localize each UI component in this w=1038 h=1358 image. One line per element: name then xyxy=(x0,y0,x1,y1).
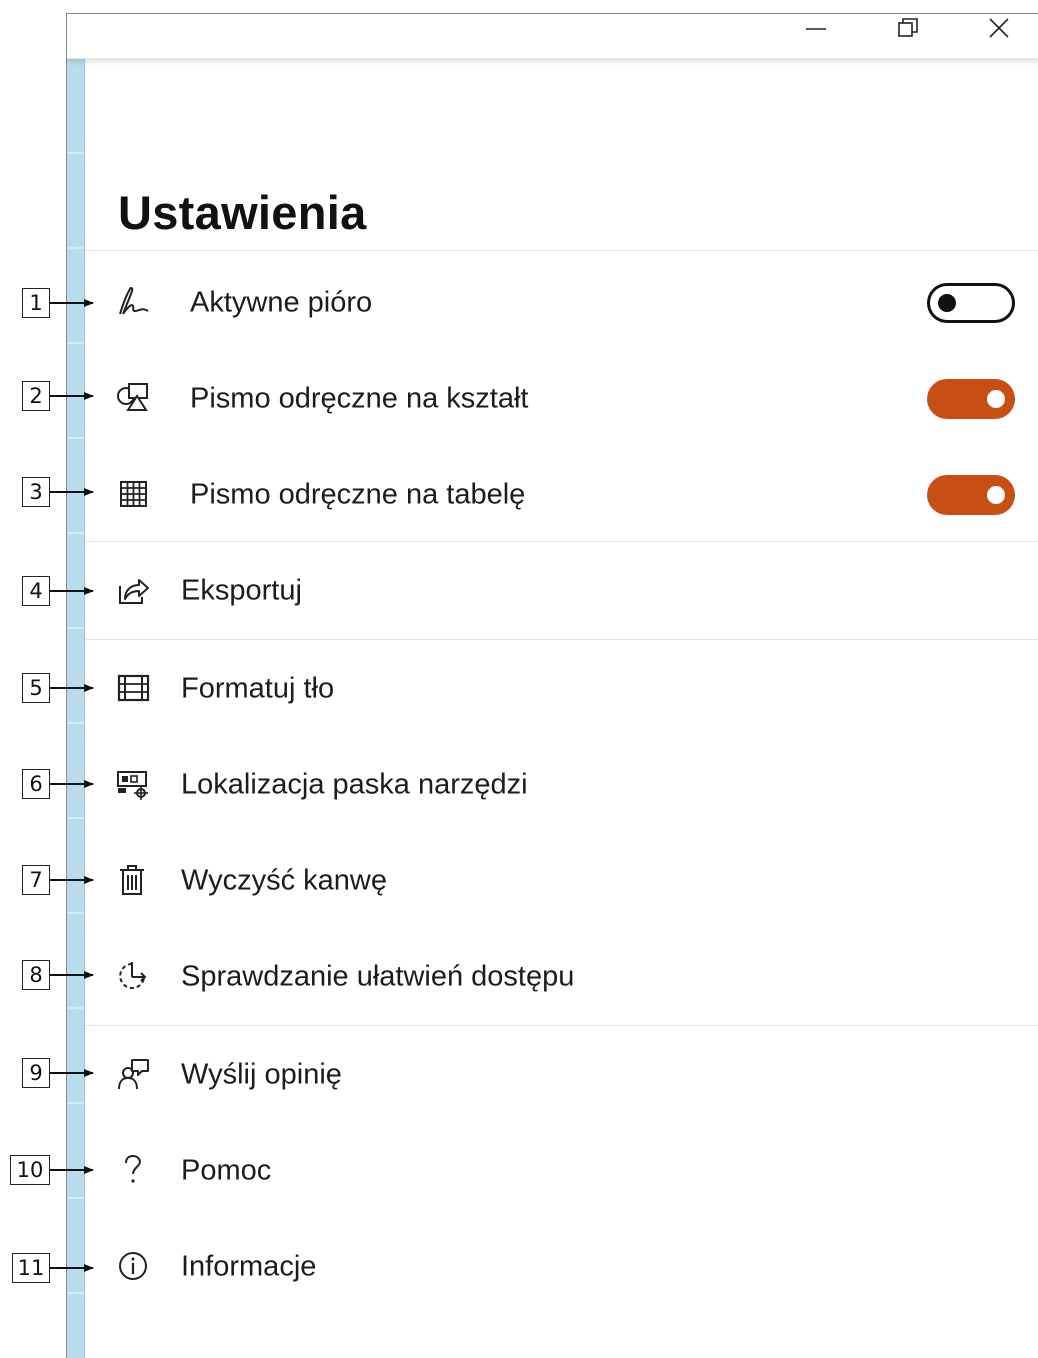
callout-8: 8 xyxy=(22,960,50,990)
menu-item-about[interactable]: Informacje xyxy=(85,1220,1038,1314)
divider xyxy=(85,1025,1038,1026)
setting-label: Pismo odręczne na tabelę xyxy=(190,478,526,511)
table-icon xyxy=(115,476,151,512)
toggle-knob xyxy=(987,390,1005,408)
callout-3: 3 xyxy=(22,477,50,507)
setting-label: Aktywne pióro xyxy=(190,286,373,319)
ink-to-table-toggle[interactable] xyxy=(927,475,1015,515)
accessibility-check-icon xyxy=(115,958,151,994)
ink-to-shape-toggle[interactable] xyxy=(927,379,1015,419)
setting-ink-to-shape[interactable]: Pismo odręczne na kształt xyxy=(85,352,1038,446)
background-format-icon xyxy=(115,670,151,706)
help-icon xyxy=(115,1152,151,1188)
callout-4: 4 xyxy=(22,576,50,606)
callout-6: 6 xyxy=(22,769,50,799)
share-icon xyxy=(115,572,151,608)
close-icon xyxy=(989,18,1009,38)
menu-label: Informacje xyxy=(181,1250,317,1283)
callout-1: 1 xyxy=(22,288,50,318)
restore-icon xyxy=(898,18,918,37)
setting-active-pen[interactable]: Aktywne pióro xyxy=(85,256,1038,350)
toggle-knob xyxy=(938,294,956,312)
menu-item-clear-canvas[interactable]: Wyczyść kanwę xyxy=(85,834,1038,928)
page-title: Ustawienia xyxy=(118,186,367,239)
info-icon xyxy=(115,1248,151,1284)
divider xyxy=(85,541,1038,542)
settings-panel: Ustawienia Aktywne pióro Pismo odręczne … xyxy=(85,59,1038,1358)
toolbar-location-icon xyxy=(115,766,151,802)
toggle-knob xyxy=(987,486,1005,504)
menu-label: Sprawdzanie ułatwień dostępu xyxy=(181,960,575,993)
divider xyxy=(85,639,1038,640)
callout-7: 7 xyxy=(22,865,50,895)
callout-11: 11 xyxy=(12,1253,50,1283)
trash-icon xyxy=(115,862,151,898)
app-window: Ustawienia Aktywne pióro Pismo odręczne … xyxy=(66,13,1038,1358)
shape-icon xyxy=(115,380,151,416)
menu-item-accessibility-check[interactable]: Sprawdzanie ułatwień dostępu xyxy=(85,930,1038,1024)
pen-icon xyxy=(115,284,151,320)
active-pen-toggle[interactable] xyxy=(927,283,1015,323)
minimize-button[interactable] xyxy=(786,14,846,42)
callout-9: 9 xyxy=(22,1058,50,1088)
minimize-icon xyxy=(806,28,826,30)
title-bar xyxy=(67,14,1038,59)
restore-button[interactable] xyxy=(878,14,938,42)
menu-label: Eksportuj xyxy=(181,574,302,607)
menu-item-toolbar-location[interactable]: Lokalizacja paska narzędzi xyxy=(85,738,1038,832)
menu-label: Lokalizacja paska narzędzi xyxy=(181,768,528,801)
menu-label: Wyślij opinię xyxy=(181,1058,342,1091)
menu-label: Wyczyść kanwę xyxy=(181,864,388,897)
menu-item-send-feedback[interactable]: Wyślij opinię xyxy=(85,1028,1038,1122)
divider xyxy=(85,250,1038,251)
menu-item-format-background[interactable]: Formatuj tło xyxy=(85,642,1038,736)
setting-ink-to-table[interactable]: Pismo odręczne na tabelę xyxy=(85,448,1038,542)
menu-label: Formatuj tło xyxy=(181,672,335,705)
callout-10: 10 xyxy=(10,1155,50,1185)
notebook-page-strip xyxy=(67,59,85,1358)
menu-label: Pomoc xyxy=(181,1154,272,1187)
feedback-icon xyxy=(115,1056,151,1092)
menu-item-help[interactable]: Pomoc xyxy=(85,1124,1038,1218)
callout-5: 5 xyxy=(22,673,50,703)
setting-label: Pismo odręczne na kształt xyxy=(190,382,529,415)
callout-2: 2 xyxy=(22,381,50,411)
close-button[interactable] xyxy=(969,14,1029,42)
menu-item-export[interactable]: Eksportuj xyxy=(85,544,1038,638)
